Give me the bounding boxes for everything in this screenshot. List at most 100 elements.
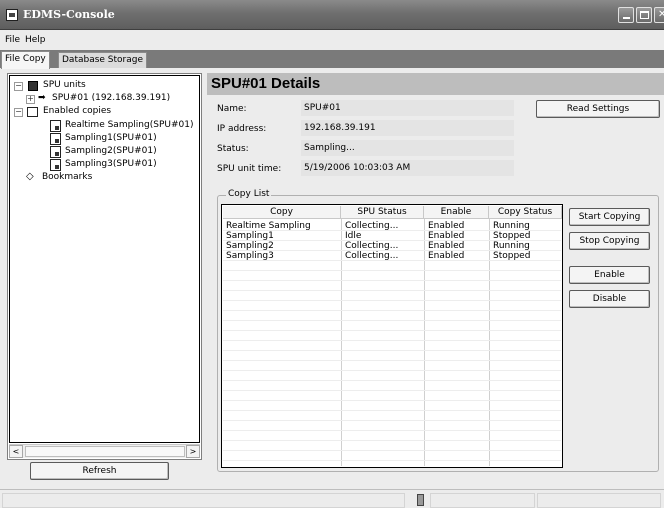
- tree-item-copy[interactable]: Sampling3(SPU#01): [50, 159, 200, 171]
- document-icon: [50, 146, 61, 158]
- status-segment: [430, 493, 535, 508]
- column-header-copy[interactable]: Copy: [223, 206, 341, 219]
- close-button[interactable]: ✕: [654, 7, 664, 23]
- cell-copy-status: Stopped: [493, 231, 531, 241]
- tree-label: Sampling3(SPU#01): [65, 159, 157, 169]
- grid-line: [223, 320, 561, 321]
- menu-help[interactable]: Help: [25, 35, 46, 45]
- stop-copying-button[interactable]: Stop Copying: [569, 232, 650, 250]
- status-value: Sampling...: [301, 140, 514, 156]
- maximize-icon: [640, 11, 649, 19]
- expand-icon[interactable]: +: [26, 95, 35, 104]
- tab-database-storage[interactable]: Database Storage: [58, 52, 148, 68]
- horizontal-scrollbar[interactable]: < >: [9, 444, 200, 458]
- tree-label: Sampling1(SPU#01): [65, 133, 157, 143]
- start-copying-button[interactable]: Start Copying: [569, 208, 650, 226]
- grid-line: [223, 380, 561, 381]
- status-bar: [0, 489, 664, 508]
- document-icon: [50, 159, 61, 171]
- bookmark-icon: ◇: [26, 171, 34, 182]
- copy-list-table[interactable]: Copy SPU Status Enable Copy Status Realt…: [221, 204, 563, 468]
- details-title: SPU#01 Details: [211, 75, 321, 92]
- copy-list-label: Copy List: [226, 189, 272, 199]
- app-icon[interactable]: [6, 9, 18, 21]
- tree-label: SPU#01 (192.168.39.191): [52, 93, 171, 103]
- tab-file-copy[interactable]: File Copy: [1, 51, 50, 69]
- cell-copy-status: Running: [493, 221, 530, 231]
- tree-label: Enabled copies: [43, 106, 112, 116]
- status-segment: [537, 493, 661, 508]
- tree-label: Bookmarks: [42, 172, 93, 182]
- details-header: SPU#01 Details: [207, 73, 664, 95]
- disable-button[interactable]: Disable: [569, 290, 650, 308]
- refresh-button[interactable]: Refresh: [30, 462, 169, 480]
- cell-copy: Sampling3: [226, 251, 274, 261]
- app-window: EDMS-Console ✕ File Help File Copy Datab…: [0, 0, 664, 508]
- scroll-right-icon[interactable]: >: [186, 445, 200, 458]
- cell-enable: Enabled: [428, 251, 465, 261]
- grid-line: [223, 420, 561, 421]
- tree-label: SPU units: [43, 80, 86, 90]
- tree-item-copy[interactable]: Realtime Sampling(SPU#01): [50, 120, 200, 132]
- copies-icon: [27, 107, 38, 117]
- menu-file[interactable]: File: [5, 35, 20, 45]
- ip-address-value: 192.168.39.191: [301, 120, 514, 136]
- minimize-button[interactable]: [618, 7, 634, 23]
- tree-label: Realtime Sampling(SPU#01): [65, 120, 194, 130]
- tree-panel[interactable]: − SPU units + ➡ SPU#01 (192.168.39.191) …: [7, 73, 202, 460]
- grid-line: [223, 350, 561, 351]
- cell-copy-status: Running: [493, 241, 530, 251]
- ip-address-label: IP address:: [217, 124, 267, 134]
- grid-line: [223, 390, 561, 391]
- grid-line: [223, 270, 561, 271]
- status-device-icon: [417, 494, 424, 506]
- grid-line: [223, 330, 561, 331]
- tree-view[interactable]: − SPU units + ➡ SPU#01 (192.168.39.191) …: [9, 75, 200, 443]
- cell-enable: Enabled: [428, 221, 465, 231]
- tree-item-spu01[interactable]: + ➡ SPU#01 (192.168.39.191): [26, 93, 196, 105]
- column-divider: [424, 219, 425, 466]
- close-icon: ✕: [658, 9, 664, 20]
- scroll-thumb[interactable]: [25, 446, 185, 457]
- cell-enable: Enabled: [428, 231, 465, 241]
- cell-spu-status: Collecting...: [345, 241, 399, 251]
- scroll-left-icon[interactable]: <: [9, 445, 23, 458]
- column-header-spu-status[interactable]: SPU Status: [341, 206, 424, 219]
- column-divider: [489, 219, 490, 466]
- tree-label: Sampling2(SPU#01): [65, 146, 157, 156]
- cell-enable: Enabled: [428, 241, 465, 251]
- minimize-icon: [623, 17, 630, 19]
- tree-item-copy[interactable]: Sampling2(SPU#01): [50, 146, 200, 158]
- title-bar[interactable]: EDMS-Console ✕: [0, 0, 664, 30]
- status-label: Status:: [217, 144, 249, 154]
- grid-line: [223, 430, 561, 431]
- tree-item-bookmarks[interactable]: ◇ Bookmarks: [26, 171, 176, 184]
- grid-line: [223, 370, 561, 371]
- menu-bar: File Help: [0, 32, 664, 49]
- grid-line: [223, 400, 561, 401]
- grid-line: [223, 280, 561, 281]
- maximize-button[interactable]: [636, 7, 652, 23]
- grid-line: [223, 450, 561, 451]
- arrow-right-icon: ➡: [38, 93, 46, 103]
- enable-button[interactable]: Enable: [569, 266, 650, 284]
- cell-copy-status: Stopped: [493, 251, 531, 261]
- window-title: EDMS-Console: [23, 8, 115, 21]
- column-divider: [341, 219, 342, 466]
- cell-spu-status: Collecting...: [345, 251, 399, 261]
- tree-item-spu-units[interactable]: − SPU units: [14, 80, 194, 92]
- collapse-icon[interactable]: −: [14, 82, 23, 91]
- tree-item-copy[interactable]: Sampling1(SPU#01): [50, 133, 200, 145]
- status-segment: [2, 493, 405, 508]
- column-header-enable[interactable]: Enable: [424, 206, 489, 219]
- grid-line: [223, 290, 561, 291]
- name-label: Name:: [217, 104, 247, 114]
- cell-copy: Sampling1: [226, 231, 274, 241]
- column-header-copy-status[interactable]: Copy Status: [489, 206, 562, 219]
- spu-unit-time-label: SPU unit time:: [217, 164, 282, 174]
- read-settings-button[interactable]: Read Settings: [536, 100, 660, 118]
- cell-spu-status: Idle: [345, 231, 362, 241]
- collapse-icon[interactable]: −: [14, 108, 23, 117]
- grid-line: [223, 310, 561, 311]
- tree-item-enabled-copies[interactable]: − Enabled copies: [14, 106, 194, 118]
